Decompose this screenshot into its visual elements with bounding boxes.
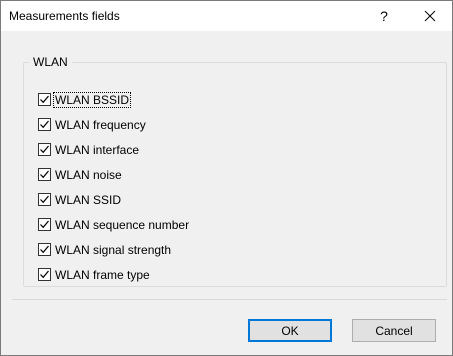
checkmark-icon (40, 145, 49, 154)
checkbox-label[interactable]: WLAN BSSID (52, 91, 132, 108)
checkbox-label[interactable]: WLAN frame type (54, 268, 151, 282)
checkbox-wlan-ssid[interactable]: WLAN SSID (38, 187, 190, 212)
checkmark-icon (40, 245, 49, 254)
checkmark-icon (40, 120, 49, 129)
help-button[interactable]: ? (361, 1, 407, 31)
checkbox-box[interactable] (38, 243, 51, 256)
checkbox-label[interactable]: WLAN signal strength (54, 243, 172, 257)
help-icon: ? (380, 8, 388, 24)
checkmark-icon (40, 220, 49, 229)
dialog-content: WLAN WLAN BSSID WLAN frequency WLAN inte… (1, 31, 452, 355)
checkbox-label[interactable]: WLAN sequence number (54, 218, 190, 232)
checkbox-box[interactable] (38, 118, 51, 131)
checkbox-list: WLAN BSSID WLAN frequency WLAN interface… (38, 87, 190, 287)
footer-divider (12, 299, 447, 300)
checkbox-wlan-signal-strength[interactable]: WLAN signal strength (38, 237, 190, 262)
checkbox-box[interactable] (38, 93, 51, 106)
checkmark-icon (40, 270, 49, 279)
title-bar: Measurements fields ? (1, 1, 452, 31)
checkmark-icon (40, 195, 49, 204)
checkbox-box[interactable] (38, 218, 51, 231)
checkbox-wlan-interface[interactable]: WLAN interface (38, 137, 190, 162)
close-button[interactable] (407, 1, 452, 31)
checkbox-label[interactable]: WLAN noise (54, 168, 123, 182)
checkbox-box[interactable] (38, 193, 51, 206)
checkbox-wlan-sequence-number[interactable]: WLAN sequence number (38, 212, 190, 237)
checkbox-wlan-bssid[interactable]: WLAN BSSID (38, 87, 190, 112)
ok-button[interactable]: OK (248, 319, 332, 342)
checkmark-icon (40, 95, 49, 104)
checkmark-icon (40, 170, 49, 179)
checkbox-label[interactable]: WLAN SSID (54, 193, 122, 207)
checkbox-wlan-frame-type[interactable]: WLAN frame type (38, 262, 190, 287)
checkbox-box[interactable] (38, 168, 51, 181)
window-title: Measurements fields (9, 9, 120, 23)
cancel-button[interactable]: Cancel (352, 319, 436, 342)
checkbox-wlan-noise[interactable]: WLAN noise (38, 162, 190, 187)
checkbox-wlan-frequency[interactable]: WLAN frequency (38, 112, 190, 137)
checkbox-box[interactable] (38, 268, 51, 281)
checkbox-label[interactable]: WLAN interface (54, 143, 140, 157)
checkbox-label[interactable]: WLAN frequency (54, 118, 147, 132)
groupbox-label: WLAN (29, 55, 72, 69)
checkbox-box[interactable] (38, 143, 51, 156)
measurements-fields-dialog: Measurements fields ? WLAN WLAN BSSID WL… (0, 0, 453, 356)
close-icon (424, 10, 435, 22)
